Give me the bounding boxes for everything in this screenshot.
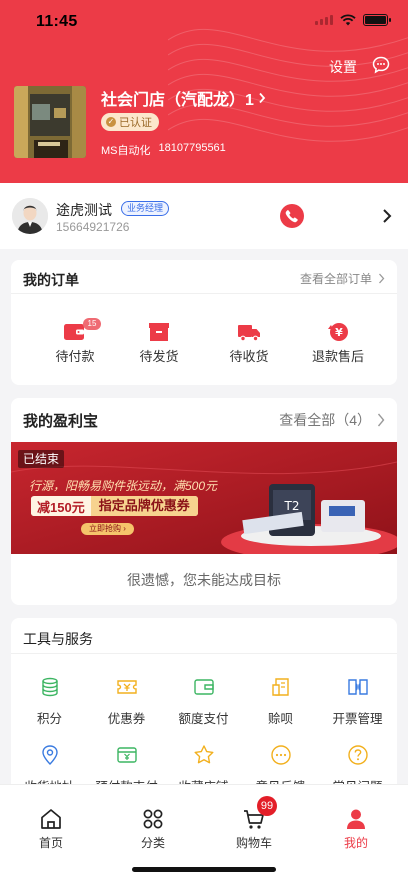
tab-label: 购物车 [235,836,272,850]
pending-payment-count-badge: 15 [83,318,101,330]
tab-label: 分类 [140,836,165,850]
tab-cart[interactable]: 99 购物车 [214,796,294,851]
tab-label: 我的 [343,836,368,850]
star-icon [194,745,213,764]
status-bar: 11:45 [0,0,408,44]
battery-icon [363,14,391,26]
home-indicator [132,867,276,872]
credit-icon [271,678,289,696]
coupon-text: 指定品牌优惠券 [90,496,198,516]
chevron-right-icon [259,92,266,104]
tool-credit-payment[interactable]: 额度支付 [165,676,242,727]
category-icon [143,809,163,829]
store-name: 社会门店（汽配龙）1 [101,92,254,109]
chevron-right-icon[interactable] [380,207,394,225]
tool-credit-later[interactable]: 赊呗 [242,676,319,727]
view-all-orders-link[interactable]: 查看全部订单 [300,270,385,287]
chevron-right-icon [379,273,385,284]
signal-icon [315,15,333,25]
account-phone: 18107795561 [158,142,226,154]
avatar [12,198,48,234]
tool-label: 开票管理 [332,712,383,726]
chevron-right-icon [377,413,385,427]
status-time: 11:45 [36,13,78,30]
view-all-orders-label: 查看全部订单 [299,272,372,286]
order-pending-payment[interactable]: 15 待付款 [35,318,115,365]
tools-services-card: 工具与服务 积分 优惠券 额度支付 赊呗 开票管理 [11,618,397,798]
invoice-icon [347,679,368,695]
tool-invoice[interactable]: 开票管理 [319,676,396,727]
orders-title: 我的订单 [23,272,79,288]
divider [11,293,397,294]
tab-category[interactable]: 分类 [113,807,193,851]
my-orders-card: 我的订单 查看全部订单 15 待付款 待发货 待收货 ¥ 退款售后 [11,260,397,385]
wifi-icon [340,14,356,26]
order-item-label: 待收货 [229,349,269,364]
box-icon [149,323,169,341]
verified-badge: ✓ 已认证 [101,113,159,131]
account-name: MS自动化 [101,145,151,157]
store-name-link[interactable]: 社会门店（汽配龙）1 [101,86,266,110]
profile-icon [347,809,365,829]
tool-points[interactable]: 积分 [11,676,88,727]
tool-coupons[interactable]: 优惠券 [88,676,165,727]
promotion-banner[interactable]: T2 已结束 行源，阳畅易购件张远动，满500元 减150元 指定品牌优惠券 立… [11,442,397,554]
location-icon [41,745,58,765]
coupon-icon [116,680,137,694]
person-avatar-icon [12,198,48,234]
message-icon[interactable] [372,56,390,74]
campaign-ended-tag: 已结束 [18,450,65,468]
settings-link[interactable]: 设置 [329,57,357,77]
home-icon [41,809,61,829]
order-item-label: 退款售后 [311,349,364,364]
tool-label: 积分 [36,712,62,726]
tab-home[interactable]: 首页 [11,807,91,851]
profit-treasure-card: 我的盈利宝 查看全部（4） T2 已结束 行源，阳畅易购件张远动，满500元 减 [11,398,397,605]
prepay-icon [116,747,137,763]
call-button[interactable] [280,204,304,228]
svg-text:T2: T2 [284,499,300,513]
truck-icon [238,325,260,342]
tab-label: 首页 [38,836,63,850]
question-icon [347,745,368,765]
svg-text:¥: ¥ [335,326,343,339]
view-all-profit-link[interactable]: 查看全部（4） [279,410,385,430]
store-photo[interactable] [14,86,86,158]
tab-profile[interactable]: 我的 [316,807,396,851]
divider [11,653,397,654]
order-pending-receipt[interactable]: 待收货 [209,320,289,365]
order-item-label: 待发货 [139,349,179,364]
storefront-image [14,86,86,158]
view-all-profit-label: 查看全部（4） [279,412,371,428]
banner-grab-button[interactable]: 立即抢购 › [81,523,134,535]
phone-icon [285,210,298,223]
tools-title: 工具与服务 [23,631,93,647]
contact-phone: 15664921726 [56,220,130,234]
order-item-label: 待付款 [55,349,95,364]
banner-subtitle: 行源，阳畅易购件张远动，满500元 [29,479,218,493]
points-icon [41,677,58,697]
profit-title: 我的盈利宝 [23,413,99,430]
target-not-met-message: 很遗憾，您未能达成目标 [127,572,281,588]
banner-coupon: 减150元 指定品牌优惠券 [31,496,198,516]
tool-label: 额度支付 [178,712,229,726]
sales-manager-card[interactable]: 途虎测试 业务经理 15664921726 [0,183,408,249]
refund-icon: ¥ [328,323,348,341]
order-refund-aftersale[interactable]: ¥ 退款售后 [298,320,378,365]
cart-count-badge: 99 [257,796,277,816]
wallet-icon [193,679,214,695]
contact-name: 途虎测试 [56,202,112,218]
tool-label: 优惠券 [107,712,146,726]
coupon-amount: 减150元 [31,496,91,516]
feedback-icon [270,745,291,765]
status-icons [315,14,391,26]
role-badge: 业务经理 [121,201,170,216]
verified-label: 已认证 [119,117,152,129]
store-account-info: MS自动化 18107795561 [101,142,226,158]
verified-check-icon: ✓ [106,117,116,127]
order-pending-shipment[interactable]: 待发货 [119,320,199,365]
tool-label: 赊呗 [267,712,293,726]
